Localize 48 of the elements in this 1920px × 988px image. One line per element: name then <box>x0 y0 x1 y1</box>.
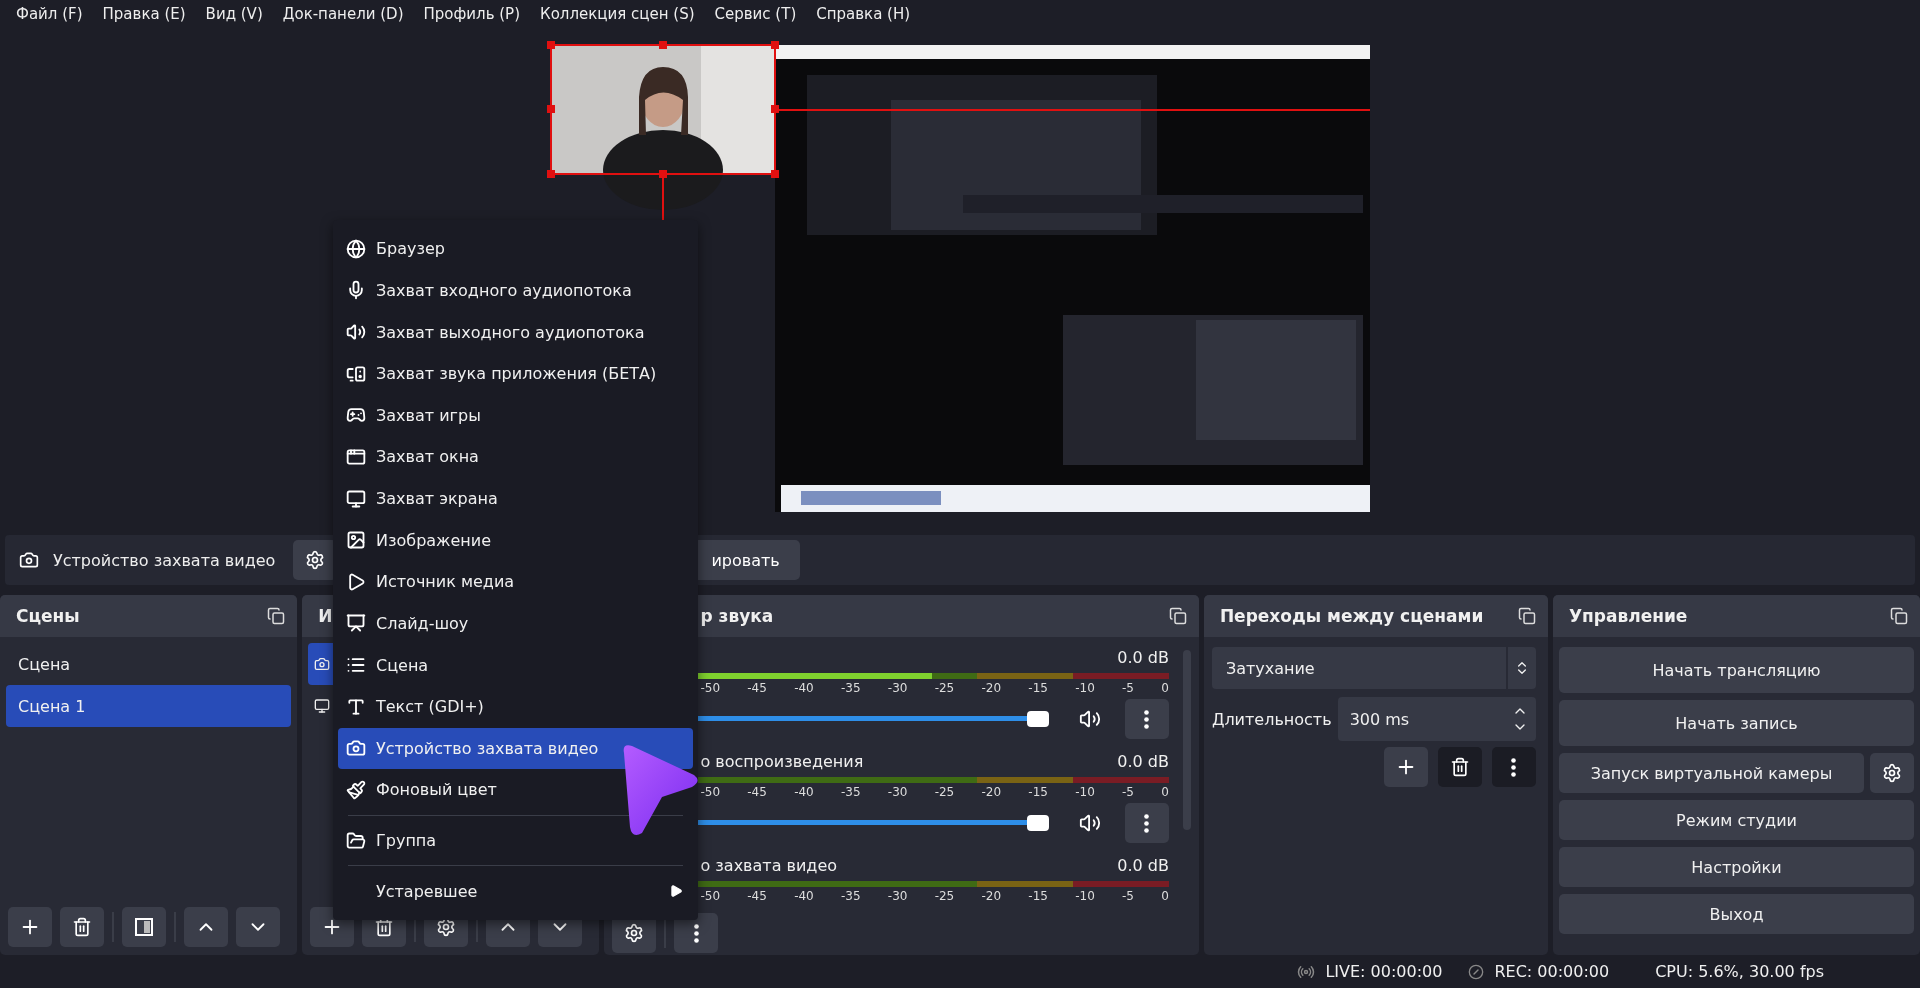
meter-tick-label: -5 <box>1122 889 1134 903</box>
volume-reading: 0.0 dB <box>1117 856 1169 875</box>
meter-tick-label: -30 <box>887 785 908 799</box>
meter-tick-label: -25 <box>934 785 955 799</box>
meter-tick-label: -50 <box>700 785 721 799</box>
meter-tick-label: -25 <box>934 681 955 695</box>
meter-tick-label: -10 <box>1075 681 1095 695</box>
dock-title: Управление <box>1568 606 1688 626</box>
source-name: Устройство захвата видео <box>53 550 276 570</box>
meter-tick-label: -40 <box>794 681 814 695</box>
meter-tick-label: -45 <box>747 785 767 799</box>
cpu-usage: CPU: 5.6%, 30.00 fps <box>1655 962 1824 981</box>
live-time: LIVE: 00:00:00 <box>1325 962 1443 981</box>
dock-title: р звука <box>700 606 774 626</box>
meter-tick-label: 0 <box>1161 681 1169 695</box>
meter-tick-label: -10 <box>1075 889 1095 903</box>
meter-tick-label: -35 <box>840 889 861 903</box>
meter-tick-label: -50 <box>700 681 721 695</box>
meter-tick-label: -20 <box>981 889 1002 903</box>
volume-reading: 0.0 dB <box>1117 752 1169 771</box>
meter-tick-label: -45 <box>747 681 767 695</box>
meter-tick-label: -35 <box>840 681 861 695</box>
meter-tick-label: -25 <box>934 889 955 903</box>
channel-name: о захвата видео <box>700 856 838 875</box>
rec-time: REC: 00:00:00 <box>1494 962 1610 981</box>
dock-title: Сцены <box>16 606 80 626</box>
dock-title: Переходы между сценами <box>1219 606 1484 626</box>
meter-tick-label: -45 <box>747 889 767 903</box>
meter-tick-label: -5 <box>1122 785 1134 799</box>
dock-title: И <box>318 606 333 626</box>
meter-tick-label: -10 <box>1075 785 1095 799</box>
meter-tick-label: -35 <box>840 785 861 799</box>
meter-tick-label: -30 <box>887 889 908 903</box>
meter-tick-label: -20 <box>981 681 1002 695</box>
meter-tick-label: -40 <box>794 785 814 799</box>
duration-label: Длительность <box>1211 709 1332 729</box>
meter-tick-label: 0 <box>1161 785 1169 799</box>
meter-tick-label: -30 <box>887 681 908 695</box>
channel-name: о воспроизведения <box>700 752 864 771</box>
meter-tick-label: -50 <box>700 889 721 903</box>
meter-tick-label: -15 <box>1028 681 1048 695</box>
meter-tick-label: -20 <box>981 785 1002 799</box>
meter-tick-label: 0 <box>1161 889 1169 903</box>
meter-tick-label: -5 <box>1122 681 1134 695</box>
meter-tick-label: -15 <box>1028 785 1048 799</box>
volume-reading: 0.0 dB <box>1117 648 1169 667</box>
meter-tick-label: -40 <box>794 889 814 903</box>
meter-tick-label: -15 <box>1028 889 1048 903</box>
